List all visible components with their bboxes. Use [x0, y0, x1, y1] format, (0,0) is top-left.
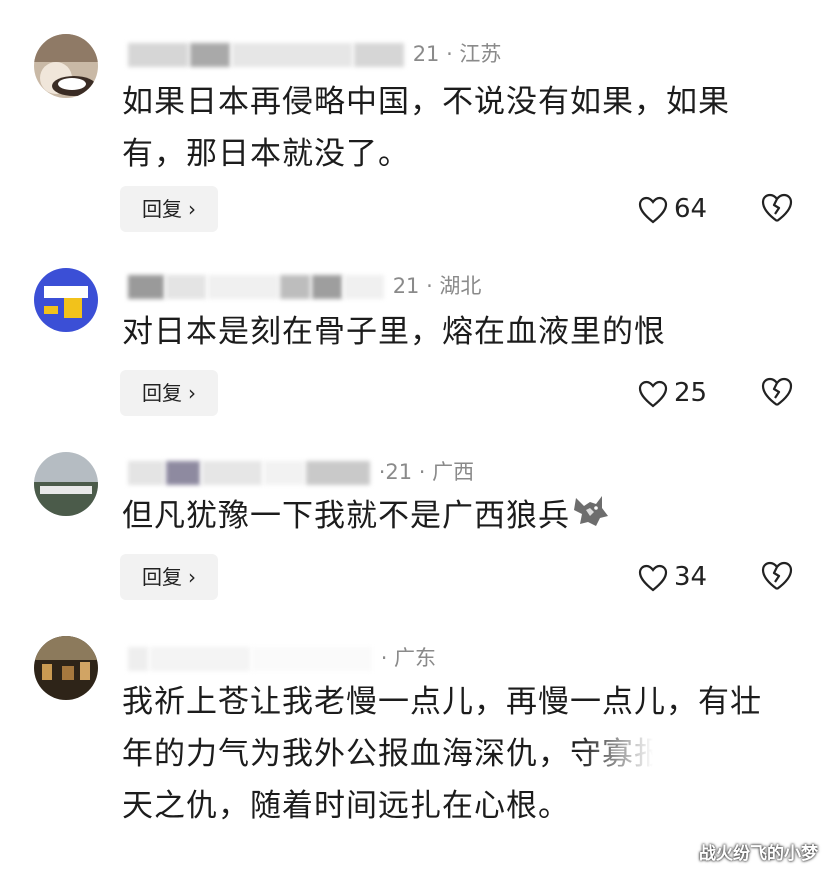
reply-label: 回复 — [142, 197, 182, 221]
like-button[interactable]: 34 — [638, 554, 707, 600]
dislike-button[interactable] — [760, 376, 794, 410]
heart-outline-icon — [638, 196, 668, 223]
comment-meta: 21 · 湖北 — [128, 272, 481, 300]
comment-meta: · 广东 — [128, 644, 436, 672]
comment-text: 如果日本再侵略中国，不说没有如果，如果有，那日本就没了。 — [122, 84, 730, 172]
reply-label: 回复 — [142, 565, 182, 589]
broken-heart-icon — [761, 561, 793, 590]
comment-text-body: 但凡犹豫一下我就不是广西狼兵 — [122, 498, 570, 534]
like-count: 64 — [674, 194, 708, 224]
comment-meta: ·21 · 广西 — [128, 458, 474, 486]
watermark: 战火纷飞的小梦 — [699, 844, 818, 864]
comment-time-location: 21 · 湖北 — [392, 274, 482, 298]
avatar[interactable] — [34, 636, 98, 700]
comment-time-location: 21 · 江苏 — [412, 42, 502, 66]
dislike-button[interactable] — [760, 192, 794, 226]
avatar[interactable] — [34, 452, 98, 516]
comment-text: 对日本是刻在骨子里，熔在血液里的恨 — [122, 314, 666, 350]
comment-time-location: ·21 · 广西 — [378, 460, 475, 484]
like-count: 25 — [674, 378, 708, 408]
chevron-right-icon: › — [188, 197, 196, 221]
like-count: 34 — [674, 562, 708, 592]
chevron-right-icon: › — [188, 381, 196, 405]
dislike-button[interactable] — [760, 560, 794, 594]
comment-text: 但凡犹豫一下我就不是广西狼兵 — [122, 490, 762, 544]
reply-button[interactable]: 回复 › — [120, 186, 218, 232]
broken-heart-icon — [761, 377, 793, 406]
like-button[interactable]: 64 — [638, 186, 707, 232]
reply-button[interactable]: 回复 › — [120, 370, 218, 416]
broken-heart-icon — [761, 193, 793, 222]
like-button[interactable]: 25 — [638, 370, 707, 416]
reply-label: 回复 — [142, 381, 182, 405]
chevron-right-icon: › — [188, 565, 196, 589]
comment-time-location: · 广东 — [380, 646, 437, 670]
avatar[interactable] — [34, 268, 98, 332]
heart-outline-icon — [638, 380, 668, 407]
avatar[interactable] — [34, 34, 98, 98]
reply-button[interactable]: 回复 › — [120, 554, 218, 600]
comment-meta: 21 · 江苏 — [128, 40, 501, 68]
wolf-emoji-icon — [572, 492, 610, 544]
heart-outline-icon — [638, 564, 668, 591]
